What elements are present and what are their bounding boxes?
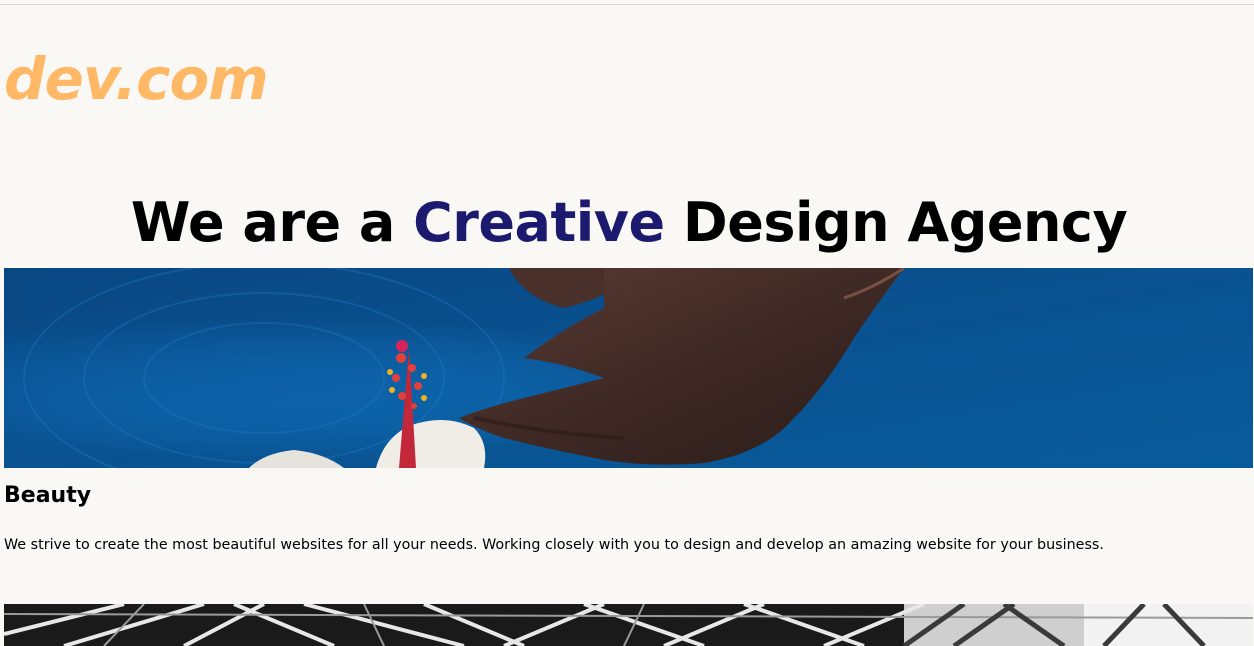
section-description-beauty: We strive to create the most beautiful w… — [4, 537, 1104, 553]
top-divider — [0, 4, 1254, 5]
headline-accent-word: Creative — [413, 191, 665, 255]
hero-headline: We are a Creative Design Agency — [0, 190, 1254, 256]
site-logo[interactable]: dev.com — [4, 46, 269, 112]
steel-structure-image — [4, 604, 1253, 646]
headline-text-end: Design Agency — [664, 191, 1128, 255]
hero-image — [4, 268, 1253, 468]
section-title-beauty: Beauty — [4, 483, 92, 508]
headline-text-start: We are a — [130, 191, 414, 255]
